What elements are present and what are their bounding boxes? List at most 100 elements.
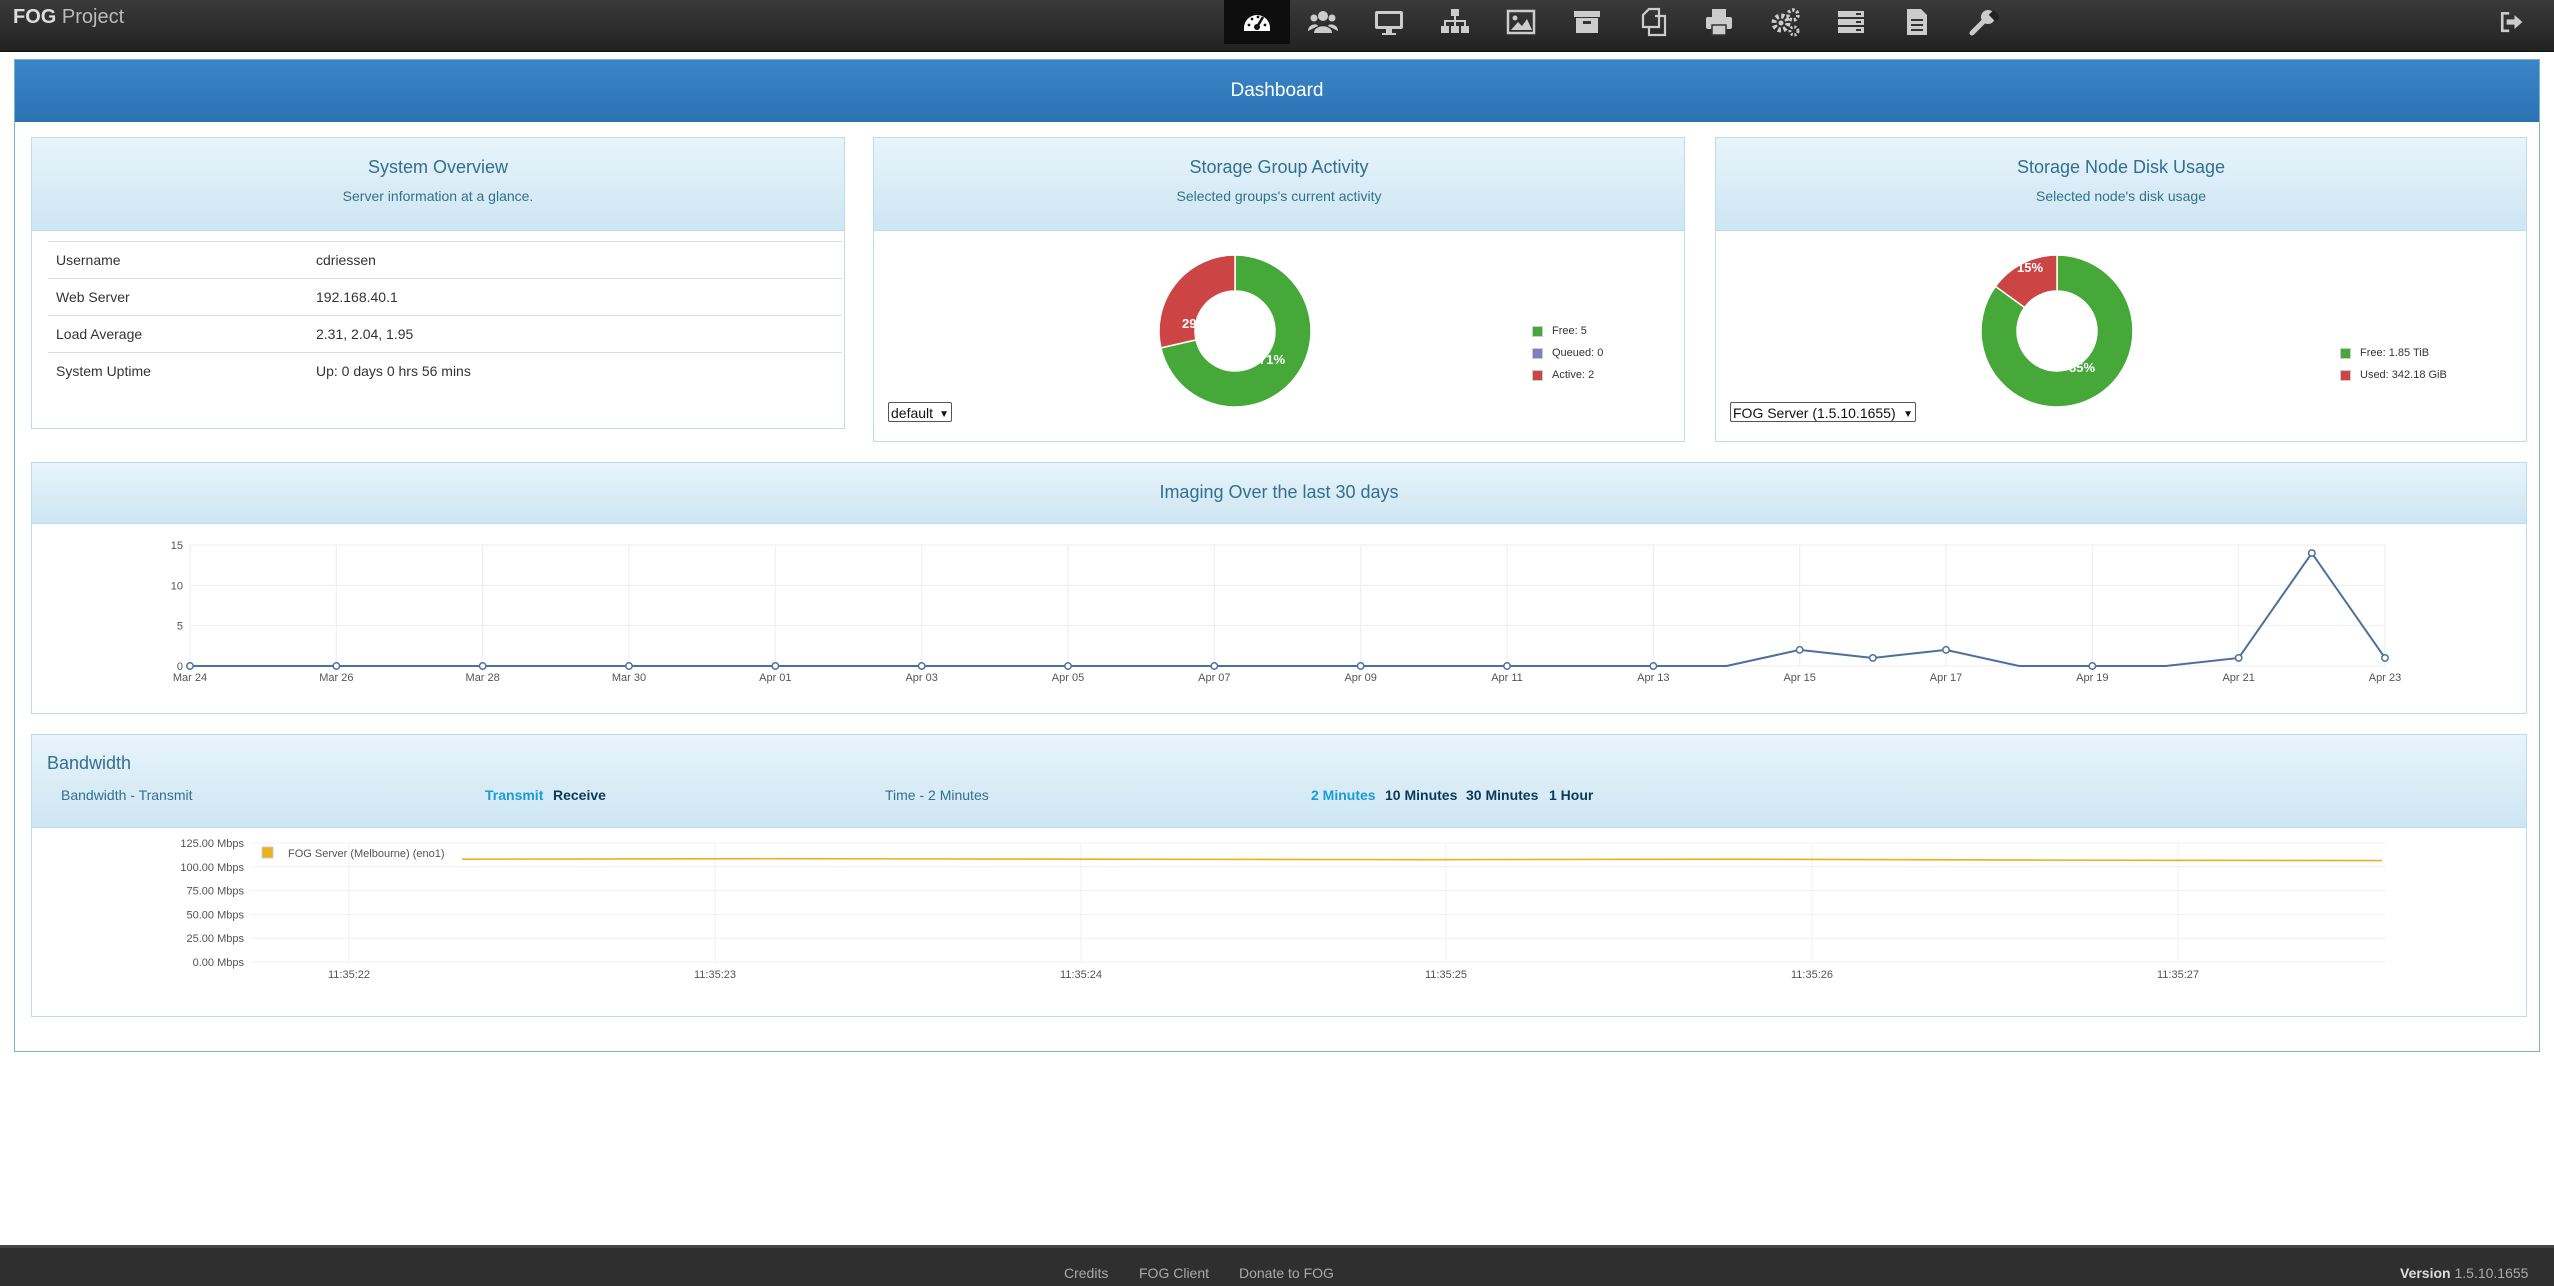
system-overview-card: System Overview Server information at a … (31, 137, 845, 429)
tasks-icon[interactable] (1818, 0, 1884, 44)
x-tick-label: Mar 30 (612, 672, 646, 684)
users-icon[interactable] (1290, 0, 1356, 44)
x-tick-label: 11:35:23 (694, 969, 736, 981)
data-point (917, 662, 926, 670)
y-tick-label: 15 (171, 540, 183, 552)
reports-icon[interactable] (1884, 0, 1950, 44)
data-point (2307, 549, 2316, 558)
brand-rest: Project (56, 6, 125, 28)
snapins-icon[interactable] (1620, 0, 1686, 44)
x-tick-label: Apr 13 (1637, 672, 1669, 684)
footer-link-credits[interactable]: Credits (1064, 1265, 1108, 1281)
dashboard-title: Dashboard (15, 60, 2539, 122)
time-tab-2-minutes[interactable]: 2 Minutes (1311, 787, 1376, 803)
storage-group-header: Storage Group Activity Selected groups's… (874, 138, 1684, 231)
imaging-title: Imaging Over the last 30 days (1159, 482, 1399, 502)
legend-item: Queued: 0 (1532, 342, 1603, 364)
storage-node-select[interactable]: FOG Server (1.5.10.1655) ▼ (1730, 402, 1916, 422)
footer-link-fog-client[interactable]: FOG Client (1139, 1265, 1209, 1281)
chevron-down-icon: ▼ (1903, 409, 1913, 420)
time-tab-10-minutes[interactable]: 10 Minutes (1385, 787, 1457, 803)
data-point (1868, 653, 1877, 662)
x-tick-label: Apr 01 (759, 672, 791, 684)
x-tick-label: Apr 19 (2076, 672, 2108, 684)
x-tick-label: Apr 07 (1198, 672, 1230, 684)
y-tick-label: 25.00 Mbps (187, 933, 245, 945)
tab-receive[interactable]: Receive (553, 787, 606, 803)
time-tab-1-hour[interactable]: 1 Hour (1549, 787, 1593, 803)
series-line (190, 551, 2386, 667)
x-tick-label: Mar 26 (319, 672, 353, 684)
data-point (1942, 645, 1950, 654)
data-point (1210, 662, 1219, 670)
x-tick-label: Apr 09 (1344, 672, 1376, 684)
storage-group-select[interactable]: default ▼ (888, 402, 952, 422)
bandwidth-header: Bandwidth Bandwidth - Transmit Transmit … (32, 735, 2526, 828)
bandwidth-card: Bandwidth Bandwidth - Transmit Transmit … (31, 734, 2527, 1017)
logout-icon[interactable] (2494, 6, 2528, 38)
tab-transmit[interactable]: Transmit (485, 787, 543, 803)
storage-group-legend: Free: 5 Queued: 0 Active: 2 (1532, 320, 1603, 386)
dashboard-panel: Dashboard System Overview Server informa… (14, 59, 2540, 1052)
legend-swatch (1532, 347, 1543, 359)
time-tab-30-minutes[interactable]: 30 Minutes (1466, 787, 1538, 803)
x-tick-label: 11:35:25 (1425, 969, 1467, 981)
legend-label: Free: 5 (1552, 325, 1587, 337)
footer-version: Version 1.5.10.1655 (2400, 1265, 2528, 1281)
groups-icon[interactable] (1422, 0, 1488, 44)
data-point (2381, 653, 2389, 662)
data-point (1795, 645, 1804, 654)
info-value: Up: 0 days 0 hrs 56 mins (308, 352, 842, 389)
x-tick-label: Apr 17 (1930, 672, 1962, 684)
pie-label-free: 71% (1259, 352, 1285, 367)
storage-icon[interactable] (1554, 0, 1620, 44)
legend-item: Active: 2 (1532, 364, 1603, 386)
info-key: System Uptime (48, 352, 308, 389)
system-info-table: Username cdriessen Web Server 192.168.40.1… (48, 241, 842, 389)
data-point (332, 662, 341, 670)
legend-label: Queued: 0 (1552, 347, 1604, 359)
storage-node-legend: Free: 1.85 TiB Used: 342.18 GiB (2340, 342, 2447, 386)
storage-group-title: Storage Group Activity (1189, 157, 1369, 177)
y-tick-label: 100.00 Mbps (180, 862, 244, 874)
hosts-icon[interactable] (1356, 0, 1422, 44)
info-value: cdriessen (308, 241, 842, 279)
y-tick-label: 75.00 Mbps (187, 886, 245, 898)
main-nav (1224, 0, 2016, 44)
info-value: 2.31, 2.04, 1.95 (308, 315, 842, 353)
data-point (2088, 662, 2097, 670)
services-icon[interactable] (1752, 0, 1818, 44)
printers-icon[interactable] (1686, 0, 1752, 44)
data-point (1356, 662, 1365, 670)
x-tick-label: 11:35:24 (1060, 969, 1102, 981)
data-point (478, 662, 487, 670)
data-point (771, 662, 780, 670)
settings-icon[interactable] (1950, 0, 2016, 44)
legend-swatch (2340, 347, 2351, 359)
footer-link-donate[interactable]: Donate to FOG (1239, 1265, 1334, 1281)
x-tick-label: 11:35:22 (328, 969, 370, 981)
storage-group-select-value: default (891, 405, 934, 421)
info-value: 192.168.40.1 (308, 278, 842, 316)
x-tick-label: Apr 21 (2222, 672, 2254, 684)
footer: Credits FOG Client Donate to FOG Version… (0, 1245, 2554, 1286)
dashboard-icon[interactable] (1224, 0, 1290, 44)
pie-slice (1158, 254, 1236, 349)
images-icon[interactable] (1488, 0, 1554, 44)
legend-item: Used: 342.18 GiB (2340, 364, 2447, 386)
data-point (186, 662, 194, 670)
x-tick-label: Apr 15 (1783, 672, 1815, 684)
x-tick-label: Apr 23 (2369, 672, 2401, 684)
version-label: Version (2400, 1265, 2451, 1281)
legend-item: Free: 1.85 TiB (2340, 342, 2447, 364)
system-overview-header: System Overview Server information at a … (32, 138, 844, 231)
x-tick-label: Apr 05 (1052, 672, 1084, 684)
y-tick-label: 0 (177, 661, 183, 673)
storage-node-title: Storage Node Disk Usage (2016, 157, 2226, 177)
legend-swatch (1532, 325, 1543, 337)
data-point (625, 662, 633, 670)
y-tick-label: 125.00 Mbps (180, 838, 244, 850)
storage-group-card: Storage Group Activity Selected groups's… (873, 137, 1685, 442)
brand-logo[interactable]: FOG Project (13, 6, 124, 29)
x-tick-label: Apr 11 (1491, 672, 1523, 684)
